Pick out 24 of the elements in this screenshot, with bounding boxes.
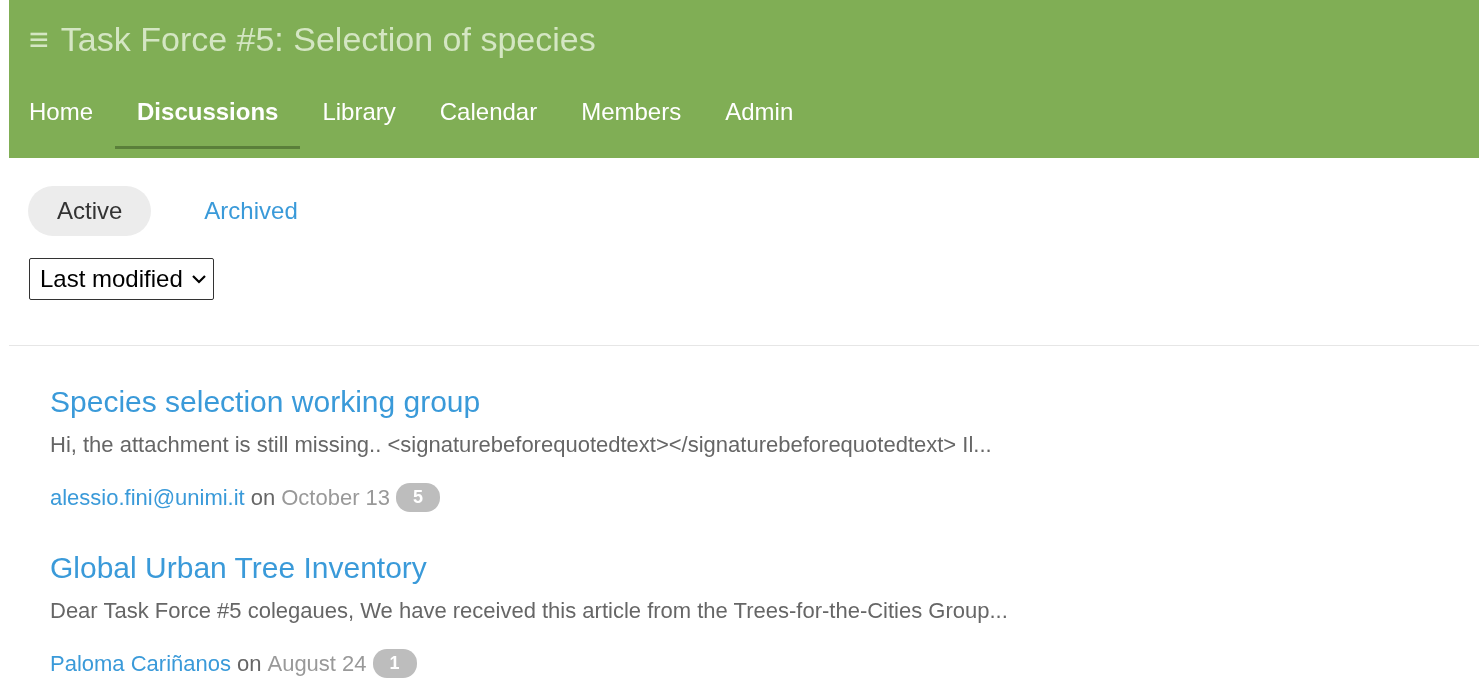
thread-snippet: Dear Task Force #5 colegaues, We have received this article from the Trees-for-the-Cities Group... <box>50 597 1009 625</box>
nav-tab[interactable]: Library <box>300 98 418 149</box>
post-date: October 13 <box>281 484 391 512</box>
author-link[interactable]: alessio.fini@unimi.it <box>50 481 245 514</box>
reply-count: 1 <box>372 649 417 678</box>
post-date: August 24 <box>267 650 367 678</box>
author-link[interactable]: Paloma Cariñanos <box>50 647 231 680</box>
meta-text: on <box>237 650 262 678</box>
chevron-down-icon <box>190 273 207 285</box>
menu-icon[interactable]: ≡ <box>29 14 49 64</box>
thread-snippet: Hi, the attachment is still missing.. <signaturebeforequotedtext></signaturebeforequotedtext> Il... <box>50 431 993 459</box>
meta-text: on <box>250 484 276 512</box>
nav-tab[interactable]: Calendar <box>417 98 560 149</box>
page-title: Task Force #5: Selection of species <box>60 19 596 60</box>
filter-tab[interactable]: Active <box>28 186 152 236</box>
nav-tab[interactable]: Members <box>559 98 704 149</box>
filter-tab[interactable]: Archived <box>175 186 327 236</box>
sort-dropdown[interactable]: Last modified <box>29 258 214 300</box>
nav-tab[interactable]: Discussions <box>115 98 301 149</box>
reply-count: 5 <box>396 483 441 512</box>
thread-title-link[interactable]: Species selection working group <box>50 384 481 420</box>
nav-tab[interactable]: Admin <box>703 98 816 149</box>
thread-title-link[interactable]: Global Urban Tree Inventory <box>50 550 427 586</box>
nav-tab[interactable]: Home <box>29 98 116 149</box>
